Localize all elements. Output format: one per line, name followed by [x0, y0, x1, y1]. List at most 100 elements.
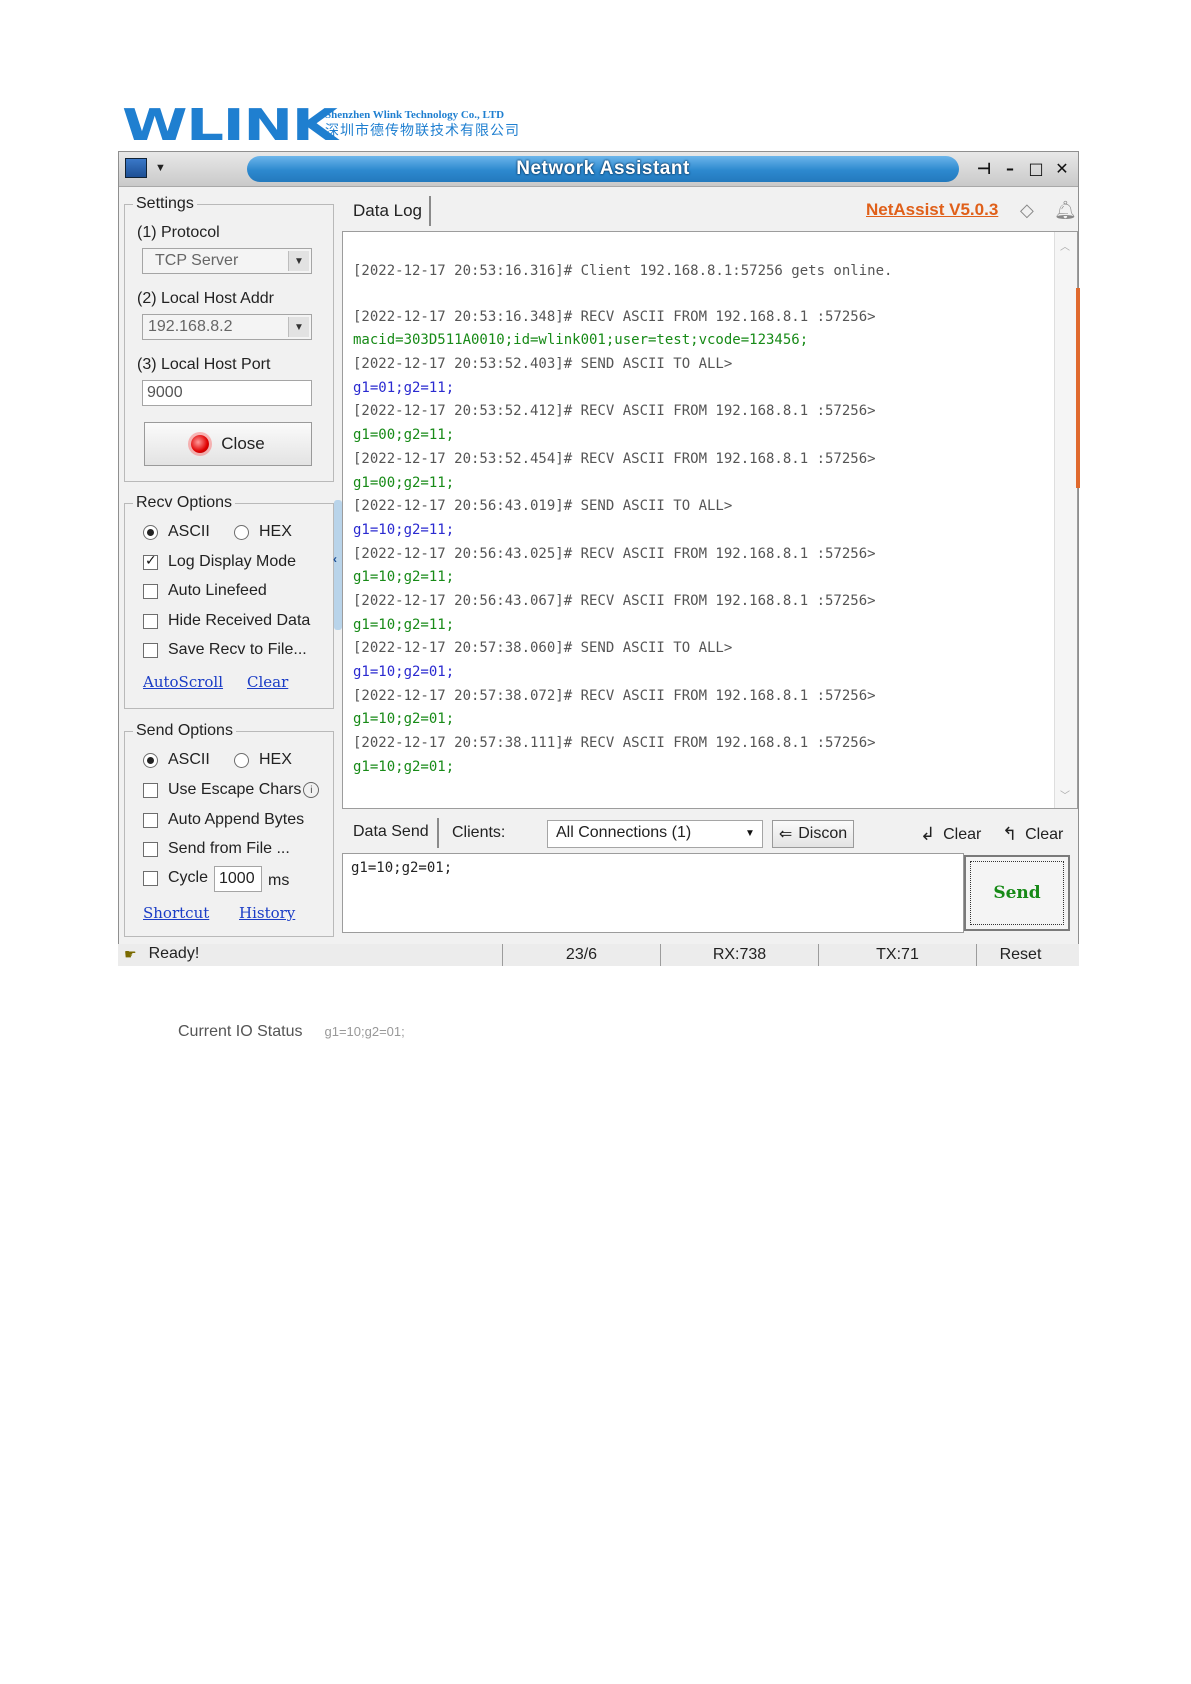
- log-line: g1=10;g2=01;: [353, 711, 455, 728]
- host-port-input[interactable]: 9000: [142, 380, 312, 406]
- send-from-file-checkbox[interactable]: Send from File ...: [143, 840, 290, 858]
- app-icon: [125, 158, 147, 178]
- chevron-up-icon[interactable]: ︿: [1060, 238, 1070, 253]
- send-hex-radio[interactable]: HEX: [234, 751, 292, 769]
- minimize-button[interactable]: –: [1000, 157, 1020, 179]
- host-addr-select[interactable]: 192.168.8.2 ▼: [142, 314, 312, 340]
- diamond-icon[interactable]: ◇: [1020, 200, 1034, 221]
- cycle-unit: ms: [268, 872, 290, 889]
- version-link[interactable]: NetAssist V5.0.3: [866, 200, 998, 220]
- chevron-down-icon[interactable]: ▼: [288, 317, 309, 337]
- maximize-button[interactable]: □: [1026, 157, 1046, 179]
- log-line: [2022-12-17 20:53:52.454]# RECV ASCII FR…: [353, 450, 876, 467]
- protocol-label: (1) Protocol: [137, 224, 220, 241]
- panel-collapse-handle[interactable]: ‹: [333, 500, 342, 630]
- close-window-button[interactable]: ✕: [1052, 157, 1072, 179]
- settings-title: Settings: [133, 195, 197, 213]
- clients-value: All Connections (1): [556, 824, 692, 841]
- checkbox-icon[interactable]: [143, 782, 158, 798]
- checkbox-icon[interactable]: [143, 583, 158, 599]
- clients-select[interactable]: All Connections (1) ▼: [547, 820, 763, 848]
- auto-linefeed-checkbox[interactable]: Auto Linefeed: [143, 582, 267, 600]
- log-scrollbar[interactable]: ︿ ﹀: [1054, 232, 1077, 808]
- log-line: [2022-12-17 20:57:38.111]# RECV ASCII FR…: [353, 735, 876, 752]
- history-link[interactable]: History: [239, 904, 295, 922]
- recv-hex-label: HEX: [259, 523, 292, 540]
- close-button-label: Close: [221, 434, 265, 453]
- clear-send-button[interactable]: ↰ Clear: [1002, 824, 1063, 845]
- clear-log-button[interactable]: ↲ Clear: [920, 824, 981, 845]
- send-ascii-radio[interactable]: ASCII: [143, 751, 210, 769]
- system-menu-button[interactable]: ▼: [125, 156, 191, 180]
- shortcut-link[interactable]: Shortcut: [143, 904, 209, 922]
- bell-icon[interactable]: 🔔︎: [1054, 200, 1077, 221]
- send-hex-label: HEX: [259, 751, 292, 768]
- reset-button[interactable]: Reset: [976, 944, 1064, 966]
- clear-log-label: Clear: [943, 825, 982, 843]
- recv-ascii-label: ASCII: [168, 523, 210, 540]
- hide-received-checkbox[interactable]: Hide Received Data: [143, 612, 310, 630]
- send-button[interactable]: Send: [964, 855, 1070, 931]
- pin-icon[interactable]: ⊣: [974, 157, 994, 179]
- save-recv-checkbox[interactable]: Save Recv to File...: [143, 641, 307, 659]
- window-title-banner: Network Assistant: [247, 156, 959, 182]
- info-icon[interactable]: i: [303, 782, 320, 798]
- log-line: g1=10;g2=11;: [353, 521, 455, 538]
- status-counter: 23/6: [502, 944, 660, 966]
- checkbox-icon[interactable]: [143, 552, 158, 570]
- status-ready: ☛ Ready!: [124, 945, 199, 963]
- recv-ascii-radio[interactable]: ASCII: [143, 523, 210, 541]
- tab-data-send[interactable]: Data Send: [353, 823, 429, 841]
- host-port-label: (3) Local Host Port: [137, 356, 271, 373]
- escape-chars-label: Use Escape Chars: [168, 781, 302, 798]
- hide-received-label: Hide Received Data: [168, 612, 311, 629]
- cycle-checkbox[interactable]: Cycle: [143, 869, 208, 887]
- title-bar: ▼ Network Assistant ⊣ – □ ✕: [119, 152, 1078, 187]
- radio-icon[interactable]: [234, 524, 249, 540]
- chevron-down-icon[interactable]: ﹀: [1060, 787, 1070, 802]
- log-line: [2022-12-17 20:56:43.019]# SEND ASCII TO…: [353, 498, 733, 515]
- radio-icon[interactable]: [143, 752, 158, 768]
- red-status-lamp-icon: [191, 435, 210, 453]
- send-from-file-label: Send from File ...: [168, 840, 290, 857]
- io-status-label: Current IO Status: [178, 1023, 303, 1040]
- checkbox-icon[interactable]: [143, 812, 158, 828]
- recv-hex-radio[interactable]: HEX: [234, 523, 292, 541]
- checkbox-icon[interactable]: [143, 613, 158, 629]
- arrow-up-left-icon: ↰: [1002, 824, 1018, 844]
- send-input[interactable]: g1=10;g2=01;: [342, 853, 964, 933]
- log-display-mode-checkbox[interactable]: Log Display Mode: [143, 552, 297, 571]
- company-logo: WLINK: [122, 104, 338, 148]
- append-bytes-checkbox[interactable]: Auto Append Bytes: [143, 811, 304, 829]
- log-line: [2022-12-17 20:53:52.403]# SEND ASCII TO…: [353, 356, 733, 373]
- io-status-caption: Current IO Status g1=10;g2=01;: [178, 1023, 405, 1041]
- checkbox-icon[interactable]: [143, 642, 158, 658]
- radio-icon[interactable]: [143, 524, 158, 540]
- autoscroll-link[interactable]: AutoScroll: [143, 673, 223, 691]
- log-display-mode-label: Log Display Mode: [168, 553, 297, 570]
- checkbox-icon[interactable]: [143, 870, 158, 886]
- data-log-panel[interactable]: [2022-12-17 20:53:16.316]# Client 192.16…: [342, 231, 1078, 809]
- radio-icon[interactable]: [234, 752, 249, 768]
- cycle-interval-input[interactable]: 1000: [214, 866, 262, 892]
- auto-linefeed-label: Auto Linefeed: [168, 582, 267, 599]
- protocol-select[interactable]: TCP Server ▼: [142, 248, 312, 274]
- tab-data-log[interactable]: Data Log: [353, 201, 422, 221]
- checkbox-icon[interactable]: [143, 841, 158, 857]
- clients-label: Clients:: [452, 824, 506, 841]
- close-connection-button[interactable]: Close: [144, 422, 312, 466]
- data-log-lines: [2022-12-17 20:53:16.316]# Client 192.16…: [353, 260, 1051, 779]
- escape-chars-checkbox[interactable]: Use Escape Chars i: [143, 781, 320, 799]
- log-line: g1=00;g2=11;: [353, 427, 455, 444]
- chevron-down-icon[interactable]: ▼: [740, 823, 760, 843]
- chevron-down-icon[interactable]: ▼: [288, 251, 309, 271]
- window-controls: ⊣ – □ ✕: [974, 157, 1072, 179]
- recv-clear-link[interactable]: Clear: [247, 673, 288, 691]
- window-title: Network Assistant: [516, 158, 690, 179]
- arrow-left-icon: ⇐: [778, 826, 793, 843]
- log-line: [2022-12-17 20:53:16.348]# RECV ASCII FR…: [353, 308, 876, 325]
- disconnect-button[interactable]: ⇐ Discon: [772, 820, 854, 848]
- clear-send-label: Clear: [1025, 825, 1064, 843]
- send-ascii-label: ASCII: [168, 751, 210, 768]
- hand-pointer-icon: ☛: [124, 945, 137, 962]
